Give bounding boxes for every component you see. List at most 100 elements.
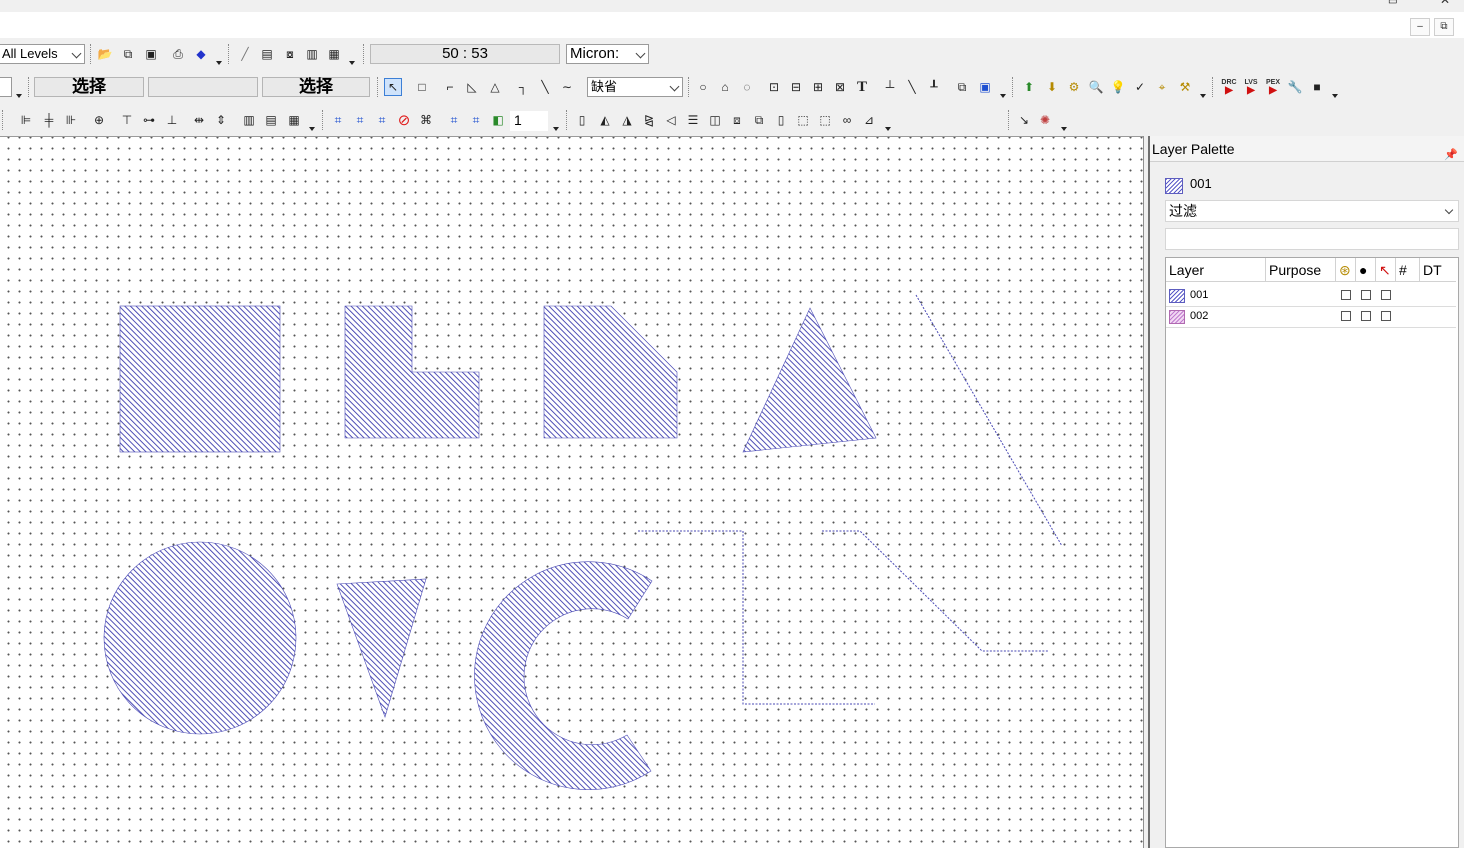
table-row[interactable]: 002 (1166, 307, 1456, 328)
lock-checkbox[interactable] (1341, 311, 1351, 321)
save-all-icon[interactable]: ⧇ (281, 45, 299, 63)
no-snap-icon[interactable]: ⊘ (395, 111, 413, 129)
merge-icon[interactable]: ⧈ (728, 111, 746, 129)
toolbar-grip[interactable] (228, 44, 232, 64)
layers-icon[interactable]: ◆ (192, 45, 210, 63)
pin-icon[interactable]: ⊡ (765, 78, 783, 96)
drc-icon[interactable]: DRC ▶ (1220, 78, 1238, 96)
arc-shape[interactable] (474, 561, 653, 790)
toolbar-grip[interactable] (377, 77, 381, 97)
round-icon[interactable]: ∞ (838, 111, 856, 129)
toolbar-grip[interactable] (1212, 77, 1216, 97)
restore-button[interactable]: ⧉ (1434, 18, 1454, 36)
close-icon[interactable]: ✕ (1440, 0, 1450, 7)
toolbar-grip[interactable] (90, 44, 94, 64)
layout-canvas[interactable] (0, 136, 1143, 849)
toolbar-dropdown-icon[interactable] (1332, 94, 1338, 98)
toolbar-grip[interactable] (1008, 110, 1012, 130)
hierarchy-down-icon[interactable]: ⬇ (1043, 78, 1061, 96)
toolbar-grip[interactable] (1012, 77, 1016, 97)
pex-icon[interactable]: PEX ▶ (1264, 78, 1282, 96)
save-icon[interactable]: ▤ (258, 45, 276, 63)
distribute-v-icon[interactable]: ⇕ (212, 111, 230, 129)
toolbar-grip[interactable] (2, 110, 6, 130)
path-icon[interactable]: ┐ (514, 78, 532, 96)
grow-icon[interactable]: ⬚ (816, 111, 834, 129)
via-icon[interactable]: ▣ (976, 78, 994, 96)
column-header-hash[interactable]: # (1396, 258, 1420, 282)
open-folder-icon[interactable]: 📂 (96, 45, 114, 63)
same-width-icon[interactable]: ▥ (240, 111, 258, 129)
highlight-icon[interactable]: 💡 (1109, 78, 1127, 96)
same-size-icon[interactable]: ▦ (285, 111, 303, 129)
ruler-clear-icon[interactable]: ┸ (925, 78, 943, 96)
probe-net-icon[interactable]: ↘ (1015, 111, 1033, 129)
align-right-icon[interactable]: ⊪ (62, 111, 80, 129)
align-center-icon[interactable]: ╪ (40, 111, 58, 129)
arc-icon[interactable]: ◌ (738, 78, 756, 96)
minimize-button[interactable]: – (1410, 18, 1430, 36)
circle-shape[interactable] (103, 541, 297, 735)
same-height-icon[interactable]: ▤ (262, 111, 280, 129)
pin-label-icon[interactable]: ⊞ (809, 78, 827, 96)
chamfer-polygon-shape[interactable] (543, 305, 678, 439)
toolbar-dropdown-icon[interactable] (349, 61, 355, 65)
snap-value-input[interactable]: 1 (510, 111, 548, 131)
snap-vertex-icon[interactable]: ⌗ (373, 111, 391, 129)
polygon-icon[interactable]: ⌐ (441, 78, 459, 96)
diagonal-path-shape[interactable] (915, 294, 1063, 547)
snap-layer-icon[interactable]: ◧ (489, 111, 507, 129)
lock-checkbox[interactable] (1341, 290, 1351, 300)
visible-checkbox[interactable] (1361, 290, 1371, 300)
snap-icon[interactable]: ⌗ (329, 111, 347, 129)
toolbar-grip[interactable] (566, 110, 570, 130)
align-top-icon[interactable]: ⊤ (118, 111, 136, 129)
toolbar-dropdown-icon[interactable] (1061, 127, 1067, 131)
default-select[interactable]: 缺省 (587, 77, 683, 97)
measure-icon[interactable]: ⊿ (860, 111, 878, 129)
rotate-ccw-icon[interactable]: ◮ (618, 111, 636, 129)
align-middle-icon[interactable]: ⊶ (140, 111, 158, 129)
zoom-icon[interactable]: 🔍 (1087, 78, 1105, 96)
toolbar-dropdown-icon[interactable] (216, 61, 222, 65)
snap-object-icon[interactable]: ⌗ (445, 111, 463, 129)
column-header-dt[interactable]: DT (1420, 258, 1456, 282)
clear-probe-icon[interactable]: ✺ (1036, 111, 1054, 129)
toolbar-dropdown-icon[interactable] (553, 127, 559, 131)
toolbar-dropdown-icon[interactable] (309, 127, 315, 131)
print-icon[interactable]: ⎙ (169, 45, 187, 63)
restore-icon[interactable]: ▭ (1388, 0, 1397, 7)
pencil-icon[interactable]: ╱ (236, 45, 254, 63)
import-icon[interactable]: ▦ (325, 45, 343, 63)
selectable-icon[interactable]: ↖ (1376, 258, 1396, 282)
pin-icon[interactable]: 📌 (1444, 142, 1458, 168)
pin-alt-icon[interactable]: ⊟ (787, 78, 805, 96)
toolbar-dropdown-icon[interactable] (1000, 94, 1006, 98)
right-angle-path-shape[interactable] (638, 530, 875, 705)
filter-input[interactable] (1165, 228, 1459, 250)
lvs-icon[interactable]: LVS ▶ (1242, 78, 1260, 96)
circle-icon[interactable]: ○ (694, 78, 712, 96)
color-swatch-button[interactable] (0, 77, 12, 97)
toolbar-grip[interactable] (322, 110, 326, 130)
selectable-checkbox[interactable] (1381, 311, 1391, 321)
flatten-icon[interactable]: ⌖ (1153, 78, 1171, 96)
align-bottom-icon[interactable]: ⊥ (163, 111, 181, 129)
visible-checkbox[interactable] (1361, 311, 1371, 321)
snap-edge-icon[interactable]: ⌗ (351, 111, 369, 129)
ruler-diagonal-icon[interactable]: ╲ (903, 78, 921, 96)
edit-in-place-icon[interactable]: ⚙ (1065, 78, 1083, 96)
wire-icon[interactable]: ∼ (558, 78, 576, 96)
table-row[interactable]: 001 (1166, 286, 1456, 307)
toolbar-grip[interactable] (688, 77, 692, 97)
snap-center-icon[interactable]: ⌗ (467, 111, 485, 129)
units-select[interactable]: Micron: (566, 44, 649, 64)
chop-icon[interactable]: ▯ (772, 111, 790, 129)
column-header-layer[interactable]: Layer (1166, 258, 1266, 282)
center-icon[interactable]: ⊕ (90, 111, 108, 129)
selectable-checkbox[interactable] (1381, 290, 1391, 300)
rectangle-shape[interactable] (119, 305, 281, 453)
probe-icon[interactable]: ✓ (1131, 78, 1149, 96)
distribute-h-icon[interactable]: ⇹ (190, 111, 208, 129)
align-left-icon[interactable]: ⊫ (17, 111, 35, 129)
